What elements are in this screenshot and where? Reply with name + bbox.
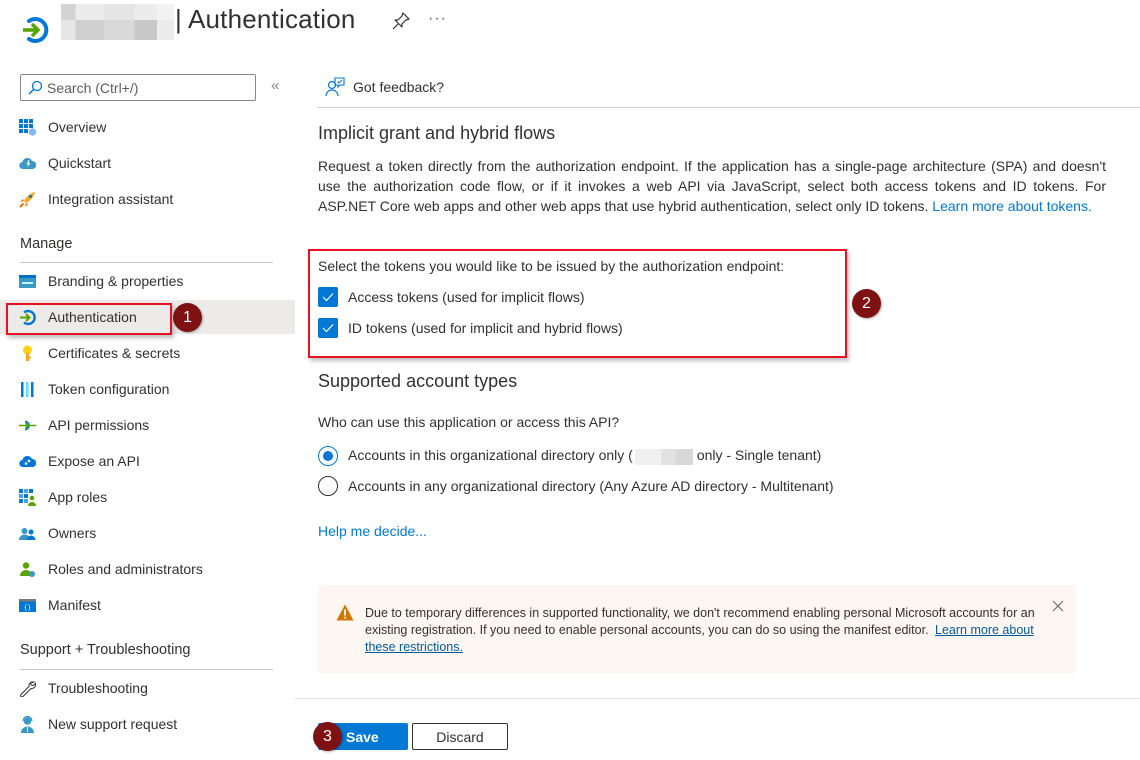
sidebar-item-label: Expose an API — [48, 453, 140, 469]
branding-icon — [19, 275, 36, 288]
divider — [317, 107, 1140, 108]
sidebar-item-label: New support request — [48, 716, 178, 732]
warning-icon — [336, 604, 354, 621]
single-tenant-radio[interactable] — [318, 446, 338, 466]
svg-text:{}: {} — [24, 605, 31, 612]
feedback-label: Got feedback? — [353, 79, 445, 95]
access-tokens-checkbox-row[interactable]: Access tokens (used for implicit flows) — [318, 287, 585, 307]
multitenant-radio-row[interactable]: Accounts in any organizational directory… — [318, 476, 834, 496]
single-tenant-radio-row[interactable]: Accounts in this organizational director… — [318, 446, 821, 466]
label-prefix: Accounts in this organizational director… — [348, 447, 633, 464]
sidebar-item-authentication[interactable]: Authentication — [0, 300, 295, 334]
sidebar-item-expose-api[interactable]: Expose an API — [0, 444, 295, 478]
account-types-heading: Supported account types — [318, 371, 518, 391]
checkmark-icon — [322, 293, 334, 302]
step-badge-2: 2 — [852, 289, 881, 318]
key-icon — [23, 345, 32, 361]
sidebar-item-manifest[interactable]: {} Manifest — [0, 588, 295, 622]
manage-section-header: Manage — [20, 236, 73, 252]
sidebar-item-overview[interactable]: Overview — [0, 110, 295, 144]
learn-more-tokens-link[interactable]: Learn more about tokens. — [932, 198, 1092, 214]
checkmark-icon — [322, 324, 334, 333]
id-tokens-checkbox-row[interactable]: ID tokens (used for implicit and hybrid … — [318, 318, 623, 338]
warning-banner: Due to temporary differences in supporte… — [318, 585, 1076, 673]
feedback-icon — [325, 77, 345, 97]
authentication-icon — [20, 309, 36, 326]
page-header: | Authentication ··· — [0, 0, 1140, 60]
divider — [20, 669, 273, 670]
sidebar-item-roles-administrators[interactable]: Roles and administrators — [0, 552, 295, 586]
support-person-icon — [21, 716, 34, 733]
quickstart-cloud-icon — [19, 157, 36, 170]
discard-button[interactable]: Discard — [412, 723, 508, 750]
access-tokens-checkbox[interactable] — [318, 287, 338, 307]
step-badge-3: 3 — [313, 722, 342, 751]
app-roles-icon — [19, 489, 36, 506]
support-section-header: Support + Troubleshooting — [20, 642, 191, 658]
sidebar-item-label: App roles — [48, 489, 108, 505]
sidebar-item-token-configuration[interactable]: Token configuration — [0, 372, 295, 406]
collapse-sidebar-icon[interactable]: « — [271, 77, 279, 94]
divider — [20, 262, 273, 263]
more-options-icon[interactable]: ··· — [428, 10, 447, 28]
sidebar-item-app-roles[interactable]: App roles — [0, 480, 295, 514]
step-badge-1: 1 — [173, 303, 202, 332]
multitenant-label: Accounts in any organizational directory… — [348, 478, 834, 494]
help-me-decide-link[interactable]: Help me decide... — [318, 523, 427, 539]
sidebar-item-integration-assistant[interactable]: Integration assistant — [0, 182, 295, 216]
sidebar-item-api-permissions[interactable]: API permissions — [0, 408, 295, 442]
sidebar-item-branding[interactable]: Branding & properties — [0, 264, 295, 298]
token-config-icon — [21, 382, 34, 397]
sidebar-item-owners[interactable]: Owners — [0, 516, 295, 550]
owners-icon — [19, 528, 36, 540]
label-suffix: only - Single tenant) — [696, 447, 822, 464]
multitenant-radio[interactable] — [318, 476, 338, 496]
sidebar-item-label: Certificates & secrets — [48, 345, 181, 361]
sidebar: « Overview Quickstart Integration assist… — [0, 60, 295, 760]
wrench-icon — [20, 681, 36, 697]
page-title: | Authentication — [175, 4, 356, 34]
sidebar-item-quickstart[interactable]: Quickstart — [0, 146, 295, 180]
warning-text: Due to temporary differences in supporte… — [365, 605, 1045, 656]
roles-admins-icon — [20, 562, 35, 577]
divider — [295, 698, 1140, 699]
id-tokens-label: ID tokens (used for implicit and hybrid … — [348, 320, 623, 336]
manifest-icon: {} — [19, 599, 36, 612]
sidebar-item-label: Troubleshooting — [48, 680, 148, 696]
authentication-app-icon — [23, 17, 49, 43]
sidebar-item-label: Authentication — [48, 309, 137, 325]
redacted-tenant-name — [634, 448, 693, 465]
sidebar-item-label: Owners — [48, 525, 97, 541]
access-tokens-label: Access tokens (used for implicit flows) — [348, 289, 585, 305]
sidebar-item-label: API permissions — [48, 417, 150, 433]
tokens-prompt: Select the tokens you would like to be i… — [318, 258, 785, 274]
sidebar-item-certificates[interactable]: Certificates & secrets — [0, 336, 295, 370]
sidebar-item-label: Integration assistant — [48, 191, 174, 207]
pin-icon[interactable] — [390, 10, 412, 32]
sidebar-item-new-support-request[interactable]: New support request — [0, 707, 295, 741]
sidebar-item-label: Manifest — [48, 597, 101, 613]
sidebar-item-label: Quickstart — [48, 155, 112, 171]
expose-api-icon — [19, 455, 36, 468]
api-permissions-icon — [19, 420, 36, 431]
rocket-icon — [19, 192, 35, 208]
overview-icon — [19, 119, 36, 136]
main-content: Got feedback? Implicit grant and hybrid … — [295, 60, 1140, 760]
single-tenant-label: Accounts in this organizational director… — [348, 447, 822, 465]
implicit-grant-description: Request a token directly from the author… — [318, 156, 1106, 216]
search-icon — [28, 80, 43, 95]
sidebar-item-label: Roles and administrators — [48, 561, 203, 577]
sidebar-item-label: Branding & properties — [48, 273, 184, 289]
implicit-grant-heading: Implicit grant and hybrid flows — [318, 123, 556, 143]
account-types-question: Who can use this application or access t… — [318, 414, 620, 430]
id-tokens-checkbox[interactable] — [318, 318, 338, 338]
sidebar-item-label: Overview — [48, 119, 107, 135]
search-input[interactable] — [47, 78, 247, 97]
sidebar-item-troubleshooting[interactable]: Troubleshooting — [0, 671, 295, 705]
sidebar-item-label: Token configuration — [48, 381, 170, 397]
sidebar-search[interactable] — [20, 74, 256, 101]
got-feedback-button[interactable]: Got feedback? — [325, 77, 444, 97]
redacted-app-name — [61, 4, 174, 40]
close-icon[interactable] — [1052, 600, 1064, 612]
